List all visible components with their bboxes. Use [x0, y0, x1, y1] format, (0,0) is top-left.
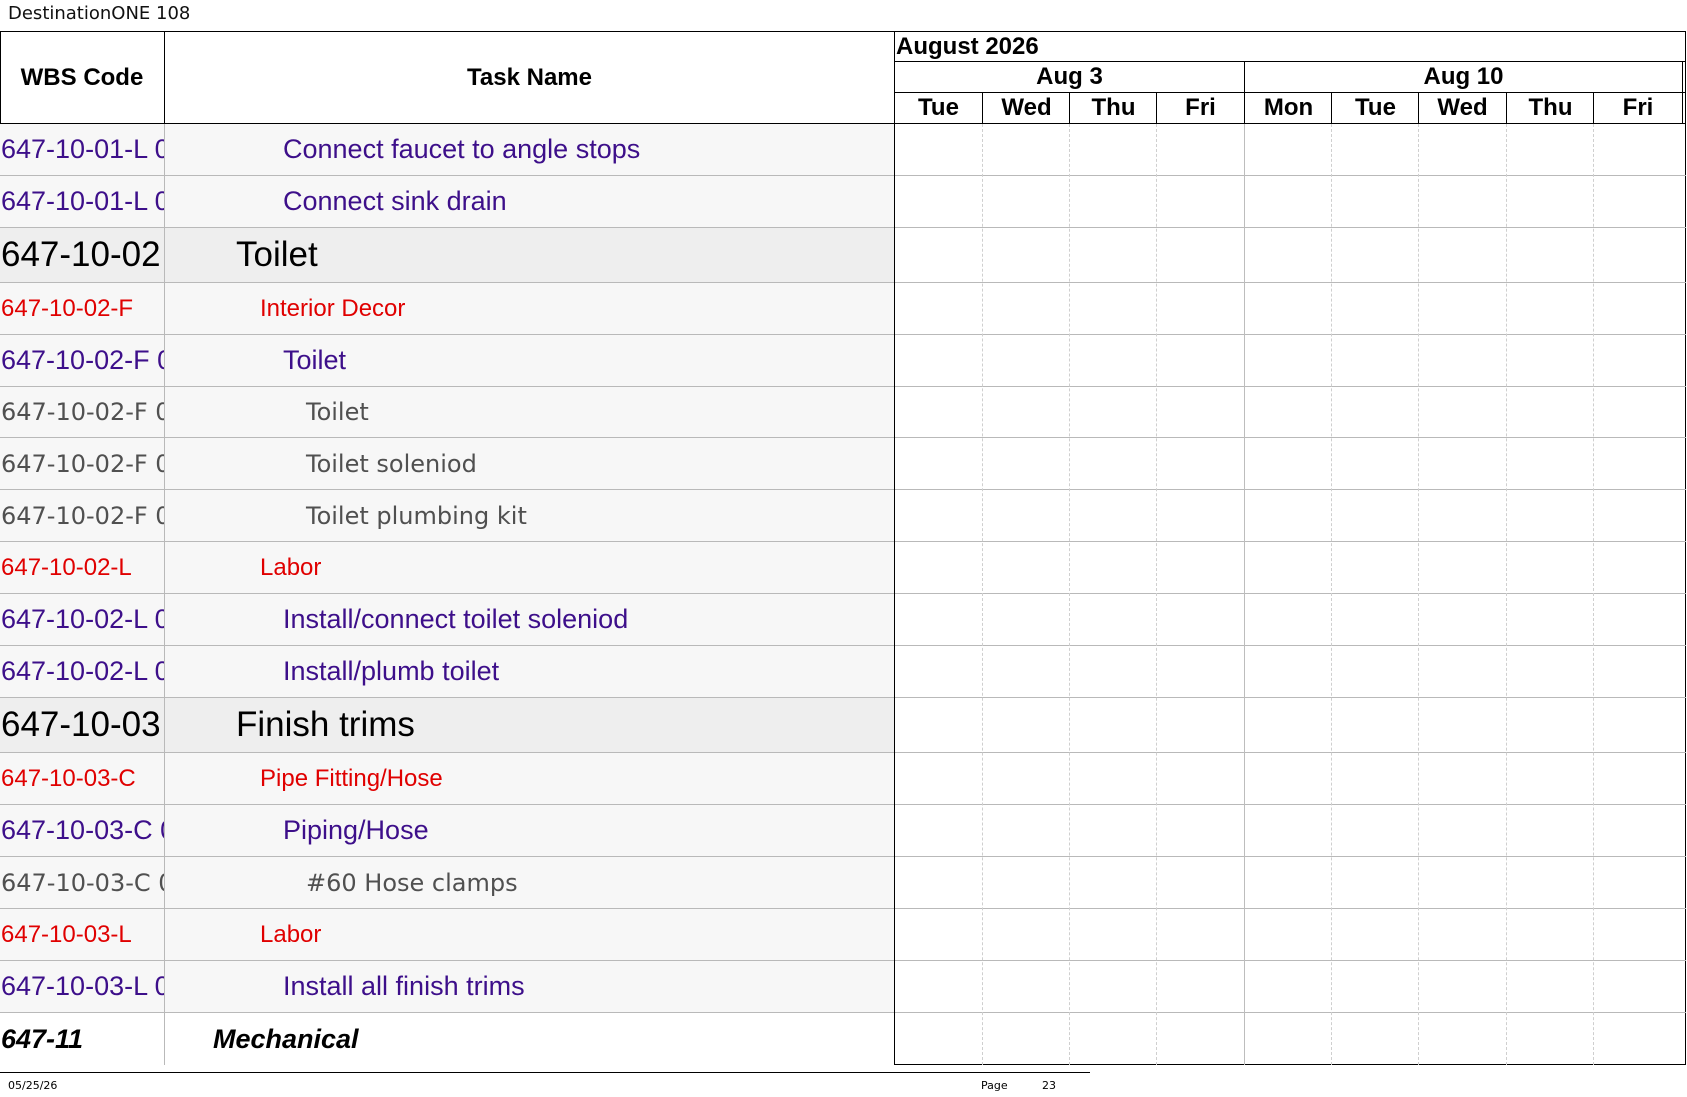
day-separator: [982, 93, 983, 123]
header-wbs-code: WBS Code: [0, 31, 165, 124]
day-tue-1: Tue: [918, 94, 959, 121]
day-wed-2: Wed: [1437, 94, 1488, 121]
task-name: Toilet soleniod: [306, 449, 477, 478]
day-gridline: [982, 124, 983, 1065]
wbs-code: 647-11: [1, 1023, 84, 1054]
wbs-code: 647-10-02-L 0: [1, 656, 164, 686]
table-row[interactable]: 647-10-03-C 0 Piping/Hose: [0, 805, 1686, 857]
day-gridline: [1418, 124, 1419, 1065]
table-row[interactable]: 647-10-02-L 0 Install/plumb toilet: [0, 646, 1686, 698]
table-row[interactable]: 647-10-02-L 0 Install/connect toilet sol…: [0, 594, 1686, 646]
day-separator: [1418, 93, 1419, 123]
header-task-name: Task Name: [165, 31, 895, 124]
timeline-month: August 2026: [896, 33, 1039, 60]
task-name: Install/connect toilet soleniod: [283, 604, 629, 634]
table-row[interactable]: 647-10-03-C 01 #60 Hose clamps: [0, 857, 1686, 909]
wbs-code: 647-10-02-F 01: [1, 449, 164, 478]
day-separator: [1069, 93, 1070, 123]
day-separator: [1593, 93, 1594, 123]
day-thu-2: Thu: [1528, 94, 1573, 121]
task-name: Connect sink drain: [283, 186, 507, 216]
week-aug-10: Aug 10: [1423, 63, 1504, 90]
table-row[interactable]: 647-10-02-F 01 Toilet: [0, 387, 1686, 438]
day-separator: [1331, 93, 1332, 123]
day-tue-2: Tue: [1355, 94, 1396, 121]
day-separator: [1156, 93, 1157, 123]
task-name: Install/plumb toilet: [283, 656, 500, 686]
footer-divider: [0, 1072, 1090, 1073]
day-thu-1: Thu: [1091, 94, 1136, 121]
week-aug-3: Aug 3: [1036, 63, 1103, 90]
task-name: Connect faucet to angle stops: [283, 134, 641, 164]
footer-page-label: Page: [981, 1079, 1008, 1092]
wbs-code: 647-10-03-L 0: [1, 971, 164, 1001]
table-row[interactable]: 647-10-02-F 01 Toilet soleniod: [0, 438, 1686, 490]
day-gridline: [1069, 124, 1070, 1065]
task-name: Toilet: [236, 235, 318, 274]
footer-date: 05/25/26: [8, 1079, 58, 1092]
week-end-separator: [1682, 62, 1683, 123]
task-name: Finish trims: [236, 705, 415, 744]
wbs-code: 647-10-03-C 0: [1, 815, 164, 845]
day-gridline: [1156, 124, 1157, 1065]
task-name: #60 Hose clamps: [306, 868, 518, 897]
task-name: Pipe Fitting/Hose: [260, 764, 443, 792]
table-row[interactable]: 647-10-01-L 0 Connect sink drain: [0, 176, 1686, 228]
table-row[interactable]: 647-10-03-L 0 Install all finish trims: [0, 961, 1686, 1013]
task-name: Toilet plumbing kit: [306, 501, 527, 530]
wbs-code: 647-10-02-F 01: [1, 398, 164, 426]
task-name: Labor: [260, 920, 322, 948]
table-row-summary[interactable]: 647-10-03 Finish trims: [0, 698, 1686, 753]
table-row[interactable]: 647-10-02-F 01 Toilet plumbing kit: [0, 490, 1686, 542]
day-mon-2: Mon: [1263, 94, 1314, 121]
column-divider: [164, 124, 165, 1065]
wbs-code: 647-10-03-L: [1, 920, 132, 948]
day-gridline: [1593, 124, 1594, 1065]
day-separator: [1506, 93, 1507, 123]
day-gridline: [1331, 124, 1332, 1065]
table-row-summary[interactable]: 647-10-02 Toilet: [0, 228, 1686, 283]
wbs-code: 647-10-02-F: [1, 294, 134, 322]
table-row[interactable]: 647-10-02-F 0 Toilet: [0, 335, 1686, 387]
wbs-code: 647-10-02: [1, 235, 161, 274]
day-wed-1: Wed: [1001, 94, 1052, 121]
timeline-divider: [894, 31, 895, 1065]
wbs-code: 647-10-02-L: [1, 553, 132, 581]
day-fri-2: Fri: [1622, 94, 1654, 121]
table-row[interactable]: 647-10-01-L 0 Connect faucet to angle st…: [0, 124, 1686, 176]
wbs-code: 647-10-03: [1, 705, 161, 744]
table-row-summary[interactable]: 647-11 Mechanical: [0, 1013, 1686, 1065]
table-row[interactable]: 647-10-02-L Labor: [0, 542, 1686, 594]
wbs-code: 647-10-02-F 0: [1, 345, 164, 375]
task-name: Piping/Hose: [283, 815, 429, 845]
day-gridline: [1506, 124, 1507, 1065]
table-row[interactable]: 647-10-03-L Labor: [0, 909, 1686, 961]
wbs-code: 647-10-03-C: [1, 764, 136, 792]
wbs-code: 647-10-03-C 01: [1, 868, 164, 897]
task-name: Toilet: [283, 345, 347, 375]
table-row[interactable]: 647-10-02-F Interior Decor: [0, 283, 1686, 335]
document-title: DestinationONE 108: [8, 3, 191, 24]
wbs-code: 647-10-01-L 0: [1, 134, 164, 164]
day-fri-1: Fri: [1185, 94, 1216, 121]
task-name: Mechanical: [213, 1023, 359, 1054]
task-name: Toilet: [306, 398, 369, 426]
week-gridline: [1244, 124, 1245, 1065]
wbs-code: 647-10-02-F 01: [1, 501, 164, 530]
task-name: Interior Decor: [260, 294, 406, 322]
task-name: Install all finish trims: [283, 971, 525, 1001]
wbs-code: 647-10-02-L 0: [1, 604, 164, 634]
wbs-code: 647-10-01-L 0: [1, 186, 164, 216]
task-name: Labor: [260, 553, 322, 581]
table-row[interactable]: 647-10-03-C Pipe Fitting/Hose: [0, 753, 1686, 805]
footer-page-number: 23: [1042, 1079, 1056, 1092]
